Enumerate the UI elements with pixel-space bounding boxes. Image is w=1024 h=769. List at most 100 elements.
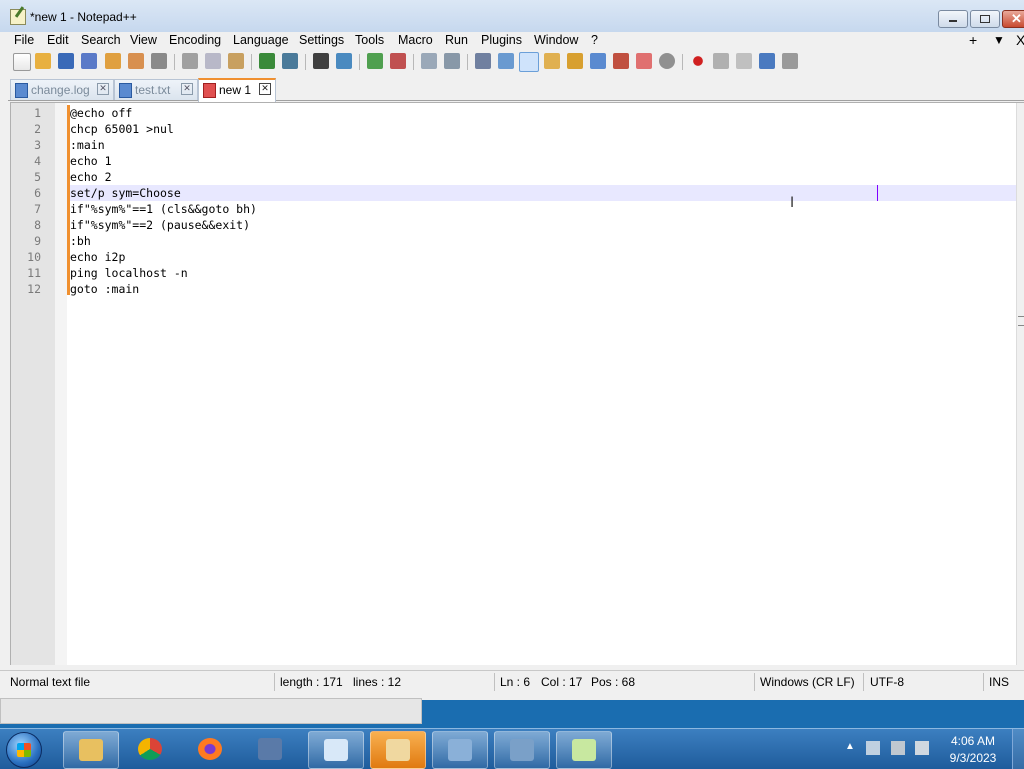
taskbar-google-chrome[interactable] [123, 731, 177, 767]
sync-horizontal-icon[interactable] [444, 53, 460, 69]
clock-time[interactable]: 4:06 AM [946, 734, 1000, 748]
menu-search[interactable]: Search [81, 33, 121, 47]
print-icon[interactable] [151, 53, 167, 69]
clock-date[interactable]: 9/3/2023 [946, 751, 1000, 765]
tab-close-icon[interactable]: ✕ [97, 83, 109, 95]
tab-new-1[interactable]: new 1 ✕ [198, 78, 276, 102]
user-defined-language-icon[interactable] [544, 53, 560, 69]
line-number: 12 [27, 282, 41, 296]
code-line[interactable]: echo 1 [70, 153, 112, 169]
toolbar-separator [359, 54, 360, 70]
zoom-out-icon[interactable] [390, 53, 406, 69]
taskbar-notepad-plus-plus[interactable] [556, 731, 612, 769]
code-line[interactable]: if"%sym%"==1 (cls&&goto bh) [70, 201, 257, 217]
function-list-icon[interactable] [590, 53, 606, 69]
cut-icon[interactable] [182, 53, 198, 69]
menu-run[interactable]: Run [445, 33, 468, 47]
tab-close-icon[interactable]: ✕ [259, 83, 271, 95]
menu-macro[interactable]: Macro [398, 33, 433, 47]
show-desktop-button[interactable] [1012, 729, 1024, 769]
menu-edit[interactable]: Edit [47, 33, 69, 47]
notepad-app-icon[interactable] [10, 9, 26, 25]
taskbar-remote-desktop[interactable] [494, 731, 550, 769]
fold-margin[interactable] [55, 103, 67, 665]
code-line[interactable]: if"%sym%"==2 (pause&&exit) [70, 217, 250, 233]
add-tab-button[interactable]: + [969, 32, 977, 48]
menu-view[interactable]: View [130, 33, 157, 47]
word-wrap-icon[interactable] [475, 53, 491, 69]
comment-icon[interactable] [659, 53, 675, 69]
document-map-icon[interactable] [567, 53, 583, 69]
folder-as-workspace-icon[interactable] [613, 53, 629, 69]
find-icon[interactable] [313, 53, 329, 69]
code-line[interactable]: ping localhost -n [70, 265, 188, 281]
open-file-icon[interactable] [35, 53, 51, 69]
code-line[interactable]: :main [70, 137, 105, 153]
start-button[interactable] [6, 732, 42, 768]
title-bar[interactable]: *new 1 - Notepad++ ✕ [0, 0, 1024, 32]
new-file-icon[interactable] [13, 53, 31, 71]
status-insert-mode[interactable]: INS [989, 675, 1009, 689]
sync-vertical-icon[interactable] [421, 53, 437, 69]
tab-close-icon[interactable]: ✕ [181, 83, 193, 95]
tab-list-dropdown-icon[interactable]: ▼ [993, 33, 1005, 47]
tab-change-log[interactable]: change.log ✕ [10, 79, 114, 100]
text-editor[interactable]: 1 2 3 4 5 6 7 8 9 10 11 12 @echo off chc… [10, 102, 1024, 665]
volume-icon[interactable] [915, 741, 929, 755]
copy-icon[interactable] [205, 53, 221, 69]
menu-file[interactable]: File [14, 33, 34, 47]
stop-recording-icon[interactable] [713, 53, 729, 69]
replace-icon[interactable] [336, 53, 352, 69]
code-line[interactable]: echo i2p [70, 249, 125, 265]
status-eol-format[interactable]: Windows (CR LF) [760, 675, 855, 689]
toolbar-separator [682, 54, 683, 70]
vertical-scrollbar[interactable] [1016, 103, 1024, 665]
code-line[interactable]: set/p sym=Choose [70, 185, 181, 201]
close-button[interactable]: ✕ [1002, 10, 1024, 28]
menu-tools[interactable]: Tools [355, 33, 384, 47]
taskbar-control-panel[interactable] [432, 731, 488, 769]
show-hidden-icons-icon[interactable]: ▲ [845, 741, 855, 752]
taskbar-media-player[interactable] [370, 731, 426, 769]
status-encoding[interactable]: UTF-8 [870, 675, 904, 689]
save-all-icon[interactable] [81, 53, 97, 69]
menu-bar: File Edit Search View Encoding Language … [0, 32, 1024, 50]
code-line[interactable]: @echo off [70, 105, 132, 121]
paste-icon[interactable] [228, 53, 244, 69]
close-document-button[interactable]: X [1016, 32, 1024, 48]
redo-icon[interactable] [282, 53, 298, 69]
zoom-in-icon[interactable] [367, 53, 383, 69]
undo-icon[interactable] [259, 53, 275, 69]
menu-window[interactable]: Window [534, 33, 578, 47]
close-all-icon[interactable] [128, 53, 144, 69]
code-line[interactable]: echo 2 [70, 169, 112, 185]
scrollbar-grip-icon[interactable] [1018, 316, 1024, 326]
code-line[interactable]: goto :main [70, 281, 139, 297]
status-line-number: Ln : 6 [500, 675, 531, 689]
code-line[interactable]: :bh [70, 233, 91, 249]
network-icon[interactable] [891, 741, 905, 755]
taskbar-file-manager[interactable] [308, 731, 364, 769]
taskbar-windows-explorer[interactable] [63, 731, 119, 769]
close-file-icon[interactable] [105, 53, 121, 69]
indent-guide-icon[interactable] [519, 52, 539, 72]
play-macro-icon[interactable] [736, 53, 752, 69]
minimize-button[interactable] [938, 10, 968, 28]
code-line[interactable]: chcp 65001 >nul [70, 121, 174, 137]
menu-encoding[interactable]: Encoding [169, 33, 221, 47]
menu-settings[interactable]: Settings [299, 33, 344, 47]
show-all-characters-icon[interactable] [498, 53, 514, 69]
menu-help[interactable]: ? [591, 33, 598, 47]
record-macro-icon[interactable] [690, 53, 706, 69]
action-center-icon[interactable] [866, 741, 880, 755]
taskbar-firefox[interactable] [183, 731, 237, 767]
run-macro-multiple-icon[interactable] [759, 53, 775, 69]
menu-plugins[interactable]: Plugins [481, 33, 522, 47]
monitoring-icon[interactable] [636, 53, 652, 69]
save-icon[interactable] [58, 53, 74, 69]
maximize-button[interactable] [970, 10, 1000, 28]
save-macro-icon[interactable] [782, 53, 798, 69]
menu-language[interactable]: Language [233, 33, 289, 47]
tab-test-txt[interactable]: test.txt ✕ [114, 79, 198, 100]
taskbar-virtualbox[interactable] [243, 731, 297, 767]
